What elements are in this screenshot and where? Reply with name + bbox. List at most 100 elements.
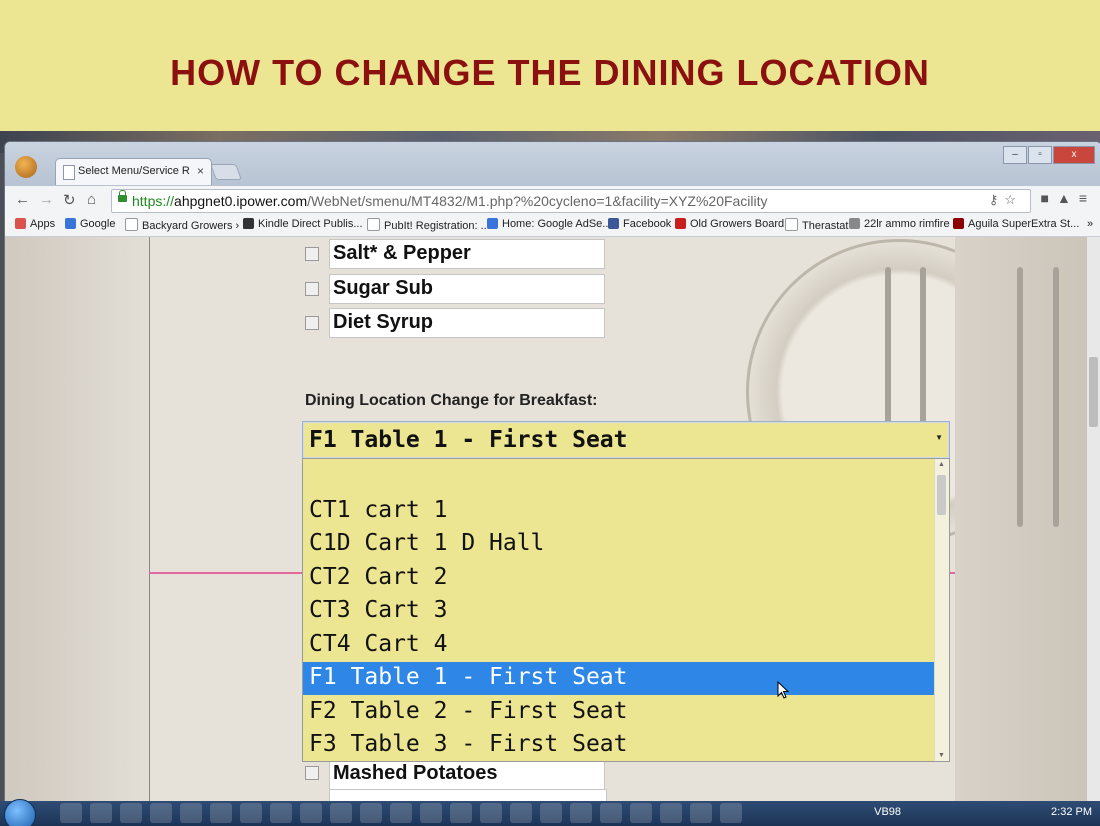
close-window-button[interactable]: x bbox=[1053, 146, 1095, 164]
bookmark-therastat[interactable]: Therastat bbox=[785, 218, 848, 232]
slide-title: HOW TO CHANGE THE DINING LOCATION bbox=[170, 52, 930, 93]
app-icon[interactable] bbox=[630, 803, 652, 823]
condiment-label: Diet Syrup bbox=[333, 311, 434, 333]
app-icon[interactable] bbox=[360, 803, 382, 823]
app-icon[interactable] bbox=[690, 803, 712, 823]
ammo-icon bbox=[849, 218, 860, 229]
home-icon[interactable]: ⌂ bbox=[87, 191, 96, 208]
key-icon[interactable]: ⚷ bbox=[989, 192, 1005, 207]
app-icon[interactable] bbox=[150, 803, 172, 823]
download-icon[interactable]: ▲ bbox=[1057, 190, 1079, 206]
app-icon[interactable] bbox=[120, 803, 142, 823]
bookmark-old-growers[interactable]: Old Growers Board bbox=[675, 218, 784, 230]
app-icon[interactable] bbox=[330, 803, 352, 823]
windows-taskbar: VB98 2:32 PM bbox=[0, 799, 1100, 826]
forward-arrow-icon[interactable]: → bbox=[39, 191, 54, 208]
app-icon[interactable] bbox=[240, 803, 262, 823]
app-icon[interactable] bbox=[390, 803, 412, 823]
scroll-up-icon[interactable]: ▲ bbox=[938, 461, 945, 468]
minimize-button[interactable]: ‒ bbox=[1003, 146, 1027, 164]
dropdown-option[interactable]: F2 Table 2 - First Seat bbox=[303, 696, 935, 729]
aguila-icon bbox=[953, 218, 964, 229]
facebook-icon bbox=[608, 218, 619, 229]
app-icon[interactable] bbox=[450, 803, 472, 823]
close-tab-icon[interactable]: × bbox=[197, 164, 204, 178]
condiment-label: Mashed Potatoes bbox=[333, 762, 498, 784]
lock-icon bbox=[118, 190, 127, 202]
bookmarks-overflow-icon[interactable]: » bbox=[1087, 218, 1093, 230]
bookmark-facebook[interactable]: Facebook bbox=[608, 218, 671, 230]
app-icon[interactable] bbox=[90, 803, 112, 823]
dropdown-option[interactable]: CT1 cart 1 bbox=[303, 495, 935, 528]
app-icon[interactable] bbox=[600, 803, 622, 823]
bookmark-google[interactable]: Google bbox=[65, 218, 115, 230]
start-button-icon[interactable] bbox=[4, 799, 36, 826]
back-arrow-icon[interactable]: ← bbox=[15, 191, 30, 208]
folder-icon[interactable] bbox=[210, 803, 232, 823]
extension-icon[interactable]: ■ bbox=[1041, 190, 1057, 206]
dropdown-option[interactable]: CT3 Cart 3 bbox=[303, 595, 935, 628]
bookmark-apps[interactable]: Apps bbox=[15, 218, 55, 230]
app-icon[interactable] bbox=[570, 803, 592, 823]
star-icon[interactable]: ☆ bbox=[1004, 192, 1022, 207]
dropdown-option[interactable] bbox=[303, 459, 935, 492]
browser-tab[interactable]: Select Menu/Service Requ × bbox=[55, 158, 212, 185]
bookmark-kindle[interactable]: Kindle Direct Publis... bbox=[243, 218, 363, 230]
burger-app-icon bbox=[15, 156, 37, 178]
dining-location-options: CT1 cart 1 C1D Cart 1 D Hall CT2 Cart 2 … bbox=[302, 458, 950, 762]
address-bar[interactable]: https://ahpgnet0.ipower.com/WebNet/smenu… bbox=[111, 189, 1031, 213]
extension-icons: ■▲≡ bbox=[1041, 190, 1096, 206]
dining-location-select[interactable]: F1 Table 1 - First Seat ▼ bbox=[302, 421, 950, 459]
chrome-icon[interactable] bbox=[60, 803, 82, 823]
google-icon bbox=[65, 218, 76, 229]
apps-grid-icon bbox=[15, 218, 26, 229]
new-tab-button[interactable] bbox=[210, 164, 242, 180]
bookmark-aguila[interactable]: Aguila SuperExtra St... bbox=[953, 218, 1079, 230]
board-54-icon bbox=[675, 218, 686, 229]
dropdown-option[interactable]: CT4 Cart 4 bbox=[303, 629, 935, 662]
reload-icon[interactable]: ↻ bbox=[63, 191, 76, 209]
bookmark-pubit[interactable]: PubIt! Registration: ... bbox=[367, 218, 490, 232]
taskbar-apps bbox=[60, 803, 750, 826]
omnibox-icons: ⚷☆ bbox=[989, 192, 1022, 208]
checkbox[interactable] bbox=[305, 766, 319, 780]
menu-icon[interactable]: ≡ bbox=[1079, 190, 1095, 206]
dropdown-option[interactable]: CT2 Cart 2 bbox=[303, 562, 935, 595]
app-icon[interactable] bbox=[720, 803, 742, 823]
word-icon[interactable] bbox=[660, 803, 682, 823]
app-icon[interactable] bbox=[480, 803, 502, 823]
scrollbar-thumb[interactable] bbox=[1089, 357, 1098, 427]
page-scrollbar[interactable] bbox=[1087, 237, 1100, 802]
app-icon[interactable] bbox=[540, 803, 562, 823]
bookmark-backyard-growers[interactable]: Backyard Growers › ... bbox=[125, 218, 251, 232]
scroll-down-icon[interactable]: ▼ bbox=[938, 752, 945, 759]
checkbox[interactable] bbox=[305, 316, 319, 330]
browser-window: Select Menu/Service Requ × ‒▫x ← → ↻ ⌂ h… bbox=[4, 141, 1100, 803]
bookmark-22lr-ammo[interactable]: 22lr ammo rimfire bbox=[849, 218, 950, 230]
bookmark-adsense[interactable]: Home: Google AdSe... bbox=[487, 218, 611, 230]
dropdown-arrow-icon[interactable]: ▼ bbox=[935, 433, 943, 442]
ie-icon[interactable] bbox=[180, 803, 202, 823]
page-icon bbox=[367, 218, 380, 231]
condiment-label: Sugar Sub bbox=[333, 277, 434, 299]
mouse-cursor-icon bbox=[777, 681, 790, 699]
dropdown-option[interactable]: F3 Table 3 - First Seat bbox=[303, 729, 935, 761]
page-icon bbox=[785, 218, 798, 231]
tray-label[interactable]: VB98 bbox=[874, 806, 901, 818]
dropdown-option-selected[interactable]: F1 Table 1 - First Seat bbox=[303, 662, 935, 695]
scrollbar-thumb[interactable] bbox=[937, 475, 946, 515]
page-icon bbox=[63, 165, 75, 180]
maximize-button[interactable]: ▫ bbox=[1028, 146, 1052, 164]
page-icon bbox=[125, 218, 138, 231]
app-icon[interactable] bbox=[420, 803, 442, 823]
browser-toolbar: ← → ↻ ⌂ https://ahpgnet0.ipower.com/WebN… bbox=[5, 186, 1100, 215]
app-icon[interactable] bbox=[510, 803, 532, 823]
dropdown-scrollbar[interactable]: ▲ ▼ bbox=[934, 459, 949, 761]
dropdown-option[interactable]: C1D Cart 1 D Hall bbox=[303, 528, 935, 561]
app-icon[interactable] bbox=[300, 803, 322, 823]
app-icon[interactable] bbox=[270, 803, 292, 823]
clock[interactable]: 2:32 PM bbox=[1051, 806, 1092, 818]
checkbox[interactable] bbox=[305, 247, 319, 261]
background-table-left bbox=[5, 237, 149, 802]
checkbox[interactable] bbox=[305, 282, 319, 296]
